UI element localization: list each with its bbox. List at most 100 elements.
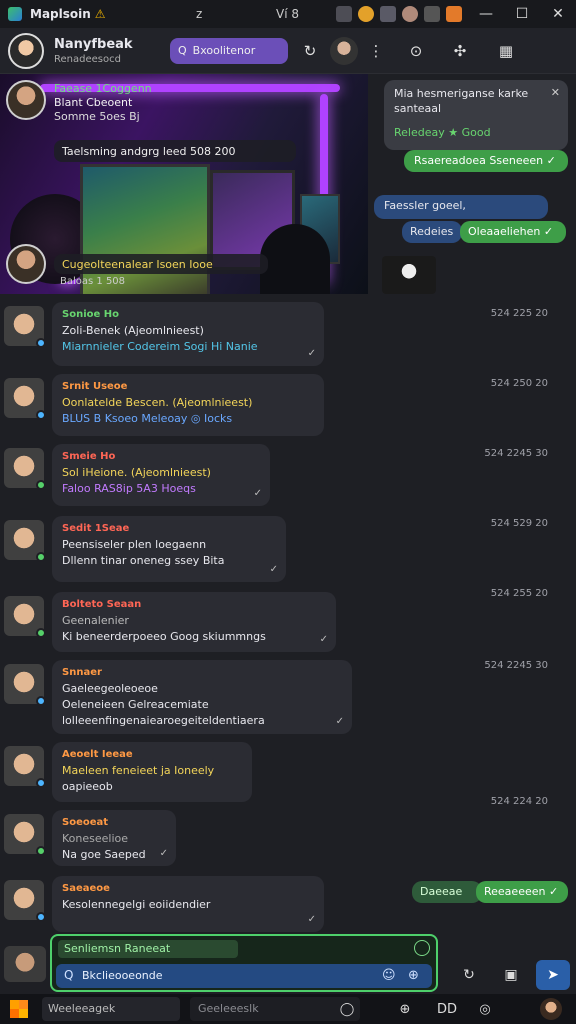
message-row[interactable]: Smeie Ho Sol iHeione. (Ajeomlnieest) Fal… [4, 444, 270, 506]
maximize-button[interactable]: ☐ [504, 0, 540, 28]
message-composer[interactable]: Senliemsn Raneeat Bkclieooeonde Q ☺ ⊕ [50, 934, 438, 992]
network-icon[interactable]: ⊕ [394, 998, 416, 1020]
user-avatar[interactable] [4, 520, 46, 562]
message-bubble[interactable]: Smeie Ho Sol iHeione. (Ajeomlnieest) Fal… [52, 444, 270, 506]
emoji-icon[interactable]: ☺ [382, 968, 396, 983]
tray-app-icon[interactable] [380, 6, 396, 22]
user-avatar[interactable] [4, 306, 46, 348]
search-icon: Q [64, 968, 74, 982]
tray-app-icon[interactable] [336, 6, 352, 22]
message-bubble[interactable]: Saeaeoe Kesolennegelgi eoiidendier ✓ [52, 876, 324, 932]
message-row[interactable]: Sedit 1Seae Peensiseler plen loegaenn Dl… [4, 516, 286, 582]
sender-name[interactable]: Soeoeat [62, 815, 166, 831]
message-bubble[interactable]: Soeoeat Koneseelioe Na goe Saeped ✓ [52, 810, 176, 866]
timestamp: 524 250 20 [490, 378, 548, 389]
tray-app-icon[interactable] [424, 6, 440, 22]
outgoing-message[interactable]: Oleaaeliehen ✓ [460, 221, 566, 243]
incoming-message[interactable]: Faessler goeel, [374, 195, 548, 219]
message-text: Na goe Saeped [62, 848, 146, 861]
chat-avatar[interactable] [8, 32, 44, 69]
user-avatar[interactable] [4, 378, 46, 420]
more-options-icon[interactable]: ⋮ [362, 37, 390, 65]
window-switch-icon[interactable]: DD [436, 998, 458, 1020]
sender-name[interactable]: Aeoelt Ieeae [62, 747, 242, 763]
search-bar[interactable]: Q Bxoolitenor [170, 37, 288, 64]
message-row[interactable]: Snnaer Gaeleegeoleoeoe Oeleneieen Gelrea… [4, 660, 352, 734]
taskbar-search[interactable]: Weeleeagek [42, 997, 180, 1021]
message-bubble[interactable]: Sedit 1Seae Peensiseler plen loegaenn Dl… [52, 516, 286, 582]
outgoing-message[interactable]: Rsaereadoea Sseneeen ✓ [404, 150, 568, 172]
tray-app-icon[interactable] [446, 6, 462, 22]
sender-name[interactable]: Sonioe Ho [62, 307, 314, 323]
read-tick-icon: ✓ [307, 348, 316, 359]
message-row[interactable]: Srnit Useoe Oonlatelde Bescen. (Ajeomlni… [4, 374, 324, 436]
message-bubble[interactable]: Srnit Useoe Oonlatelde Bescen. (Ajeomlni… [52, 374, 324, 436]
reply-preview[interactable]: Senliemsn Raneeat [58, 940, 238, 958]
user-avatar[interactable] [4, 746, 46, 788]
message-row[interactable]: Bolteto Seaan Geenalenier Ki beneerderpo… [4, 592, 336, 652]
outgoing-message[interactable]: Daeeae [412, 881, 482, 903]
read-tick-icon: ✓ [335, 716, 344, 727]
sticker-icon[interactable]: ▣ [496, 960, 526, 990]
refresh-icon[interactable]: ↻ [296, 37, 324, 65]
taskbar-search-secondary[interactable]: Geeleeeslk [190, 997, 360, 1021]
search-messages-icon[interactable]: ⊙ [402, 37, 430, 65]
timestamp: 524 224 20 [490, 796, 548, 807]
monitor-screen [80, 164, 210, 294]
rotate-icon[interactable]: ↻ [454, 960, 484, 990]
timestamp: 524 255 20 [490, 588, 548, 599]
caption-sub: Baloas 1 508 [60, 276, 126, 287]
message-bubble[interactable]: Bolteto Seaan Geenalenier Ki beneerderpo… [52, 592, 336, 652]
user-avatar[interactable] [4, 596, 46, 638]
notification-card[interactable]: Mia hesmeriganse karke santeaal Reledeay… [384, 80, 568, 150]
sender-name[interactable]: Sedit 1Seae [62, 521, 276, 537]
attach-icon[interactable]: ⊕ [408, 968, 419, 983]
call-icon[interactable]: ✣ [446, 37, 474, 65]
read-tick-icon: ✓ [307, 914, 316, 925]
image-thumbnail[interactable] [382, 256, 436, 294]
message-input[interactable]: Bkclieooeonde [56, 964, 432, 988]
send-button[interactable]: ➤ [536, 960, 570, 990]
outgoing-message[interactable]: Reeaeeeen ✓ [476, 881, 568, 903]
message-row[interactable]: Sonioe Ho Zoli-Benek (Ajeomlnieest) Miar… [4, 302, 324, 366]
user-avatar[interactable] [4, 664, 46, 706]
caption-pill: Taelsming andgrg leed 508 200 [54, 140, 296, 162]
user-avatar[interactable] [4, 448, 46, 490]
sender-name[interactable]: Bolteto Seaan [62, 597, 326, 613]
sender-avatar[interactable] [6, 244, 46, 284]
close-window-button[interactable]: ✕ [540, 0, 576, 28]
message-bubble[interactable]: Sonioe Ho Zoli-Benek (Ajeomlnieest) Miar… [52, 302, 324, 366]
sender-name[interactable]: Smeie Ho [62, 449, 260, 465]
user-avatar[interactable] [4, 880, 46, 922]
message-text: Miarnnieler Codereim Sogi Hi Nanie [62, 340, 258, 353]
composer-avatar[interactable] [4, 946, 46, 982]
message-row[interactable]: Aeoelt Ieeae Maeleen feneieet ja Ioneely… [4, 742, 252, 802]
tray-coin-icon[interactable] [358, 6, 374, 22]
incoming-message[interactable]: Redeies [402, 221, 462, 243]
close-icon[interactable]: ✕ [551, 86, 560, 99]
message-bubble[interactable]: Snnaer Gaeleegeoleoeoe Oeleneieen Gelrea… [52, 660, 352, 734]
os-taskbar: Weeleeagek Geeleeeslk ◯ ⊕ DD ◎ ☻ [0, 994, 576, 1024]
timestamp: 524 225 20 [490, 308, 548, 319]
user-profile-icon[interactable]: ☻ [540, 998, 562, 1020]
message-row[interactable]: Saeaeoe Kesolennegelgi eoiidendier ✓ [4, 876, 324, 932]
user-avatar[interactable] [4, 814, 46, 856]
chat-title-group[interactable]: Nanyfbeak Renadeesocd [54, 37, 164, 65]
minimize-button[interactable]: — [468, 0, 504, 28]
app-icon[interactable]: ◎ [474, 998, 496, 1020]
sender-name[interactable]: Snnaer [62, 665, 342, 681]
checkmark-icon[interactable] [414, 940, 430, 956]
sender-avatar[interactable] [6, 80, 46, 120]
tray-avatar-icon[interactable] [402, 6, 418, 22]
sender-name[interactable]: Saeaeoe [62, 881, 314, 897]
message-text: oapieeob [62, 780, 113, 793]
message-bubble[interactable]: Aeoelt Ieeae Maeleen feneieet ja Ioneely… [52, 742, 252, 802]
app-logo-icon [8, 7, 22, 21]
sidebar-toggle-icon[interactable]: ▦ [492, 37, 520, 65]
message-row[interactable]: Soeoeat Koneseelioe Na goe Saeped ✓ [4, 810, 176, 866]
member-avatar[interactable] [330, 36, 358, 65]
sender-name[interactable]: Srnit Useoe [62, 379, 314, 395]
circle-icon[interactable]: ◯ [336, 998, 358, 1020]
start-menu-icon[interactable] [10, 1000, 28, 1018]
message-text: Faloo RAS8ip 5A3 Hoeqs [62, 482, 196, 495]
